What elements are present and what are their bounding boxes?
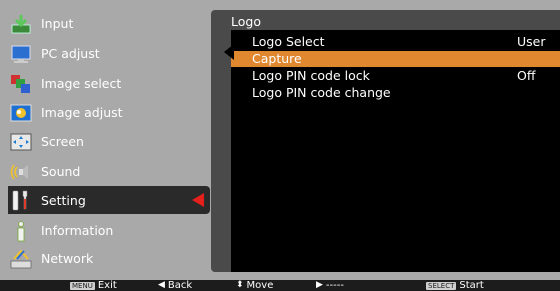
submenu-value: User bbox=[517, 34, 546, 49]
menu-item-input[interactable]: Input bbox=[8, 10, 204, 37]
footer-move-label: Move bbox=[246, 280, 274, 291]
menu-item-network[interactable]: Network bbox=[8, 245, 204, 272]
menu-item-pc-adjust[interactable]: PC adjust bbox=[8, 40, 204, 67]
menu-label-screen: Screen bbox=[41, 134, 84, 149]
footer-next: ▶ ----- bbox=[316, 280, 344, 291]
footer-select: SELECT Start bbox=[426, 280, 484, 291]
submenu-item-logo-pin-code-lock[interactable]: Logo PIN code lock Off bbox=[231, 68, 560, 84]
menu-item-setting[interactable]: Setting bbox=[8, 186, 210, 214]
menu-label-pc-adjust: PC adjust bbox=[41, 46, 100, 61]
menu-label-image-select: Image select bbox=[41, 76, 122, 91]
submenu-list: Logo Select User Capture Logo PIN code l… bbox=[231, 30, 560, 272]
submenu-item-logo-pin-code-change[interactable]: Logo PIN code change bbox=[231, 85, 560, 101]
submenu-item-logo-select[interactable]: Logo Select User bbox=[231, 34, 560, 50]
menu-item-information[interactable]: Information bbox=[8, 217, 204, 244]
back-tab-icon bbox=[224, 44, 234, 60]
select-key-icon: SELECT bbox=[426, 281, 457, 290]
menu-label-network: Network bbox=[41, 251, 94, 266]
menu-item-image-adjust[interactable]: Image adjust bbox=[8, 99, 204, 126]
submenu-label: Logo Select bbox=[252, 34, 325, 49]
network-icon bbox=[10, 248, 32, 270]
footer-next-label: ----- bbox=[325, 280, 344, 291]
menu-item-sound[interactable]: Sound bbox=[8, 158, 204, 185]
up-down-arrow-icon: ⬍ bbox=[236, 280, 244, 290]
key-guide-bar: MENU Exit ◀ Back ⬍ Move ▶ ----- SELECT S… bbox=[0, 280, 560, 291]
monitor-icon bbox=[10, 43, 32, 65]
menu-item-screen[interactable]: Screen bbox=[8, 128, 204, 155]
left-arrow-icon: ◀ bbox=[158, 280, 165, 290]
footer-exit-label: Exit bbox=[97, 280, 117, 291]
submenu-panel: Logo Logo Select User Capture Logo PIN c… bbox=[211, 10, 560, 272]
menu-label-sound: Sound bbox=[41, 164, 81, 179]
submenu-label: Capture bbox=[252, 51, 302, 66]
menu-item-image-select[interactable]: Image select bbox=[8, 70, 204, 97]
footer-select-label: Start bbox=[459, 280, 484, 291]
image-select-icon bbox=[10, 73, 32, 95]
image-adjust-icon bbox=[10, 102, 32, 124]
input-icon bbox=[10, 13, 32, 35]
menu-label-information: Information bbox=[41, 223, 114, 238]
main-menu: Input PC adjust Image select Image adjus… bbox=[8, 10, 210, 272]
setting-icon bbox=[10, 189, 32, 211]
footer-back: ◀ Back bbox=[158, 280, 192, 291]
panel-title: Logo bbox=[231, 14, 261, 29]
selection-indicator-icon bbox=[192, 193, 204, 207]
submenu-item-capture[interactable]: Capture bbox=[231, 51, 560, 67]
menu-label-setting: Setting bbox=[41, 192, 86, 208]
menu-label-input: Input bbox=[41, 16, 74, 31]
projector-menu-screen: Input PC adjust Image select Image adjus… bbox=[0, 0, 560, 291]
footer-move: ⬍ Move bbox=[236, 280, 273, 291]
footer-back-label: Back bbox=[167, 280, 193, 291]
right-arrow-icon: ▶ bbox=[316, 280, 323, 290]
menu-key-icon: MENU bbox=[70, 281, 95, 290]
speaker-icon bbox=[10, 161, 32, 183]
submenu-value: Off bbox=[517, 68, 536, 83]
footer-exit: MENU Exit bbox=[70, 280, 117, 291]
screen-icon bbox=[10, 131, 32, 153]
information-icon bbox=[10, 220, 32, 242]
submenu-label: Logo PIN code change bbox=[252, 85, 391, 100]
menu-label-image-adjust: Image adjust bbox=[41, 105, 123, 120]
submenu-label: Logo PIN code lock bbox=[252, 68, 370, 83]
